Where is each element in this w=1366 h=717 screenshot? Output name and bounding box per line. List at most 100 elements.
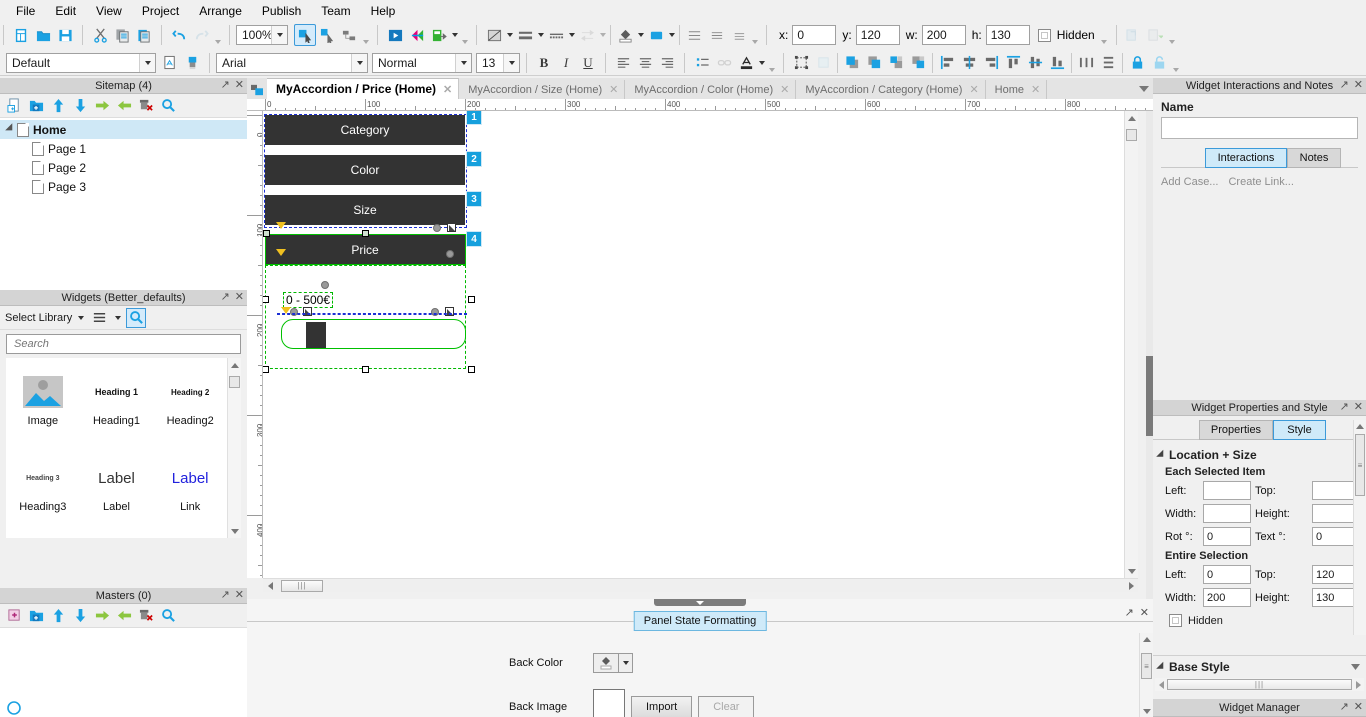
toolbar-overflow-5[interactable] bbox=[1099, 24, 1110, 46]
tab-style[interactable]: Style bbox=[1273, 420, 1326, 440]
price-value-label[interactable]: 0 - 500€ bbox=[283, 292, 334, 308]
font-weight-combo[interactable]: Normal bbox=[372, 52, 472, 73]
image-fill-caret[interactable] bbox=[505, 24, 514, 46]
resize-handle-br[interactable] bbox=[468, 366, 475, 373]
scroll-up-icon[interactable] bbox=[1125, 111, 1138, 125]
price-label-handle-dot[interactable] bbox=[321, 281, 329, 289]
scroll-up-icon[interactable] bbox=[1140, 633, 1153, 645]
move-down-icon[interactable] bbox=[70, 96, 90, 116]
font-combo[interactable]: Arial bbox=[216, 52, 368, 73]
back-color-dropdown-caret[interactable] bbox=[619, 653, 633, 673]
toolbar-overflow-1[interactable] bbox=[212, 24, 223, 46]
border-style-icon[interactable] bbox=[545, 24, 567, 46]
h-field[interactable]: 130 bbox=[985, 25, 1030, 45]
line-spacing-3-icon[interactable] bbox=[727, 24, 749, 46]
bullet-list-icon[interactable] bbox=[691, 52, 713, 74]
undock-icon[interactable]: ↗ bbox=[1340, 79, 1349, 91]
sitemap-item-page-1[interactable]: Page 1 bbox=[0, 139, 247, 158]
move-up-icon[interactable] bbox=[48, 96, 68, 116]
generate-prototype-icon[interactable] bbox=[406, 24, 428, 46]
move-down-icon[interactable] bbox=[70, 606, 90, 626]
resize-handle-mr[interactable] bbox=[468, 296, 475, 303]
widget-item-heading1[interactable]: Heading 1 Heading1 bbox=[80, 358, 154, 444]
add-case-link[interactable]: Add Case... bbox=[1161, 176, 1218, 188]
toolbar-overflow-3[interactable] bbox=[459, 24, 470, 46]
close-icon[interactable]: ✕ bbox=[443, 83, 452, 96]
publish-icon[interactable] bbox=[428, 24, 450, 46]
distribute-horizontal-icon[interactable] bbox=[1075, 52, 1097, 74]
panel-state-icon[interactable] bbox=[447, 223, 456, 232]
close-icon[interactable]: ✕ bbox=[969, 83, 978, 96]
scroll-down-icon[interactable] bbox=[1125, 564, 1139, 578]
arrow-style-icon[interactable] bbox=[576, 24, 598, 46]
chevron-down-icon[interactable] bbox=[271, 26, 287, 44]
publish-dropdown-caret[interactable] bbox=[450, 24, 459, 46]
create-link-link[interactable]: Create Link... bbox=[1228, 176, 1293, 188]
back-color-swatch-button[interactable] bbox=[593, 653, 619, 673]
undock-icon[interactable]: ↗ bbox=[1340, 701, 1349, 713]
save-icon[interactable] bbox=[54, 24, 76, 46]
add-folder-icon[interactable] bbox=[26, 606, 46, 626]
open-folder-icon[interactable] bbox=[32, 24, 54, 46]
hidden-checkbox[interactable] bbox=[1037, 28, 1051, 42]
widget-item-heading2[interactable]: Heading 2 Heading2 bbox=[153, 358, 227, 444]
format-painter-icon[interactable] bbox=[181, 52, 203, 74]
scroll-up-icon[interactable] bbox=[228, 358, 241, 372]
font-color-caret[interactable] bbox=[757, 52, 766, 74]
panel-badge-3[interactable]: 3 bbox=[466, 191, 482, 207]
toolbar-overflow-7[interactable] bbox=[766, 52, 777, 74]
fill-color-icon[interactable] bbox=[614, 24, 636, 46]
w-field[interactable]: 200 bbox=[921, 25, 966, 45]
scroll-down-icon[interactable] bbox=[1350, 662, 1360, 672]
tab-myaccordion-size[interactable]: MyAccordion / Size (Home) ✕ bbox=[459, 80, 626, 99]
resize-handle-bc[interactable] bbox=[362, 366, 369, 373]
hscroll-thumb[interactable]: ||| bbox=[1167, 679, 1352, 690]
widget-item-link[interactable]: Label Link bbox=[153, 444, 227, 530]
align-right-icon[interactable] bbox=[656, 52, 678, 74]
close-icon[interactable]: ✕ bbox=[1354, 79, 1363, 91]
widget-grid-scrollbar[interactable] bbox=[227, 358, 241, 538]
library-options-caret[interactable] bbox=[113, 309, 122, 327]
zoom-combo[interactable]: 100% bbox=[236, 25, 288, 45]
distribute-vertical-icon[interactable] bbox=[1097, 52, 1119, 74]
location-size-section-title[interactable]: Location + Size bbox=[1156, 448, 1360, 462]
x-field[interactable]: 0 bbox=[792, 25, 837, 45]
widget-item-image[interactable]: Image bbox=[6, 358, 80, 444]
panel-handle-dot[interactable] bbox=[446, 250, 454, 258]
panel-badge-2[interactable]: 2 bbox=[466, 151, 482, 167]
menu-item-team[interactable]: Team bbox=[311, 2, 360, 20]
scroll-right-icon[interactable] bbox=[1352, 681, 1364, 689]
toolbar-overflow-8[interactable] bbox=[1170, 52, 1181, 74]
import-button[interactable]: Import bbox=[631, 696, 693, 717]
vscroll-thumb[interactable] bbox=[1126, 129, 1137, 141]
close-icon[interactable]: ✕ bbox=[235, 589, 244, 601]
expand-collapse-icon[interactable] bbox=[4, 123, 17, 136]
tab-properties[interactable]: Properties bbox=[1199, 420, 1273, 440]
import-library-icon[interactable] bbox=[1123, 24, 1145, 46]
widget-search-toggle-icon[interactable] bbox=[126, 307, 147, 328]
delete-master-icon[interactable] bbox=[136, 606, 156, 626]
panel-handle-dot[interactable] bbox=[433, 224, 441, 232]
sitemap-item-page-3[interactable]: Page 3 bbox=[0, 177, 247, 196]
undock-icon[interactable]: ↗ bbox=[1340, 401, 1349, 413]
scroll-down-icon[interactable] bbox=[228, 524, 242, 538]
arrow-style-caret[interactable] bbox=[598, 24, 607, 46]
entire-width-input[interactable]: 200 bbox=[1203, 588, 1251, 607]
align-objects-center-icon[interactable] bbox=[958, 52, 980, 74]
move-up-icon[interactable] bbox=[48, 606, 68, 626]
back-image-preview[interactable] bbox=[593, 689, 625, 717]
unlock-icon[interactable] bbox=[1148, 52, 1170, 74]
undock-icon[interactable]: ↗ bbox=[221, 589, 230, 601]
close-icon[interactable]: ✕ bbox=[1354, 701, 1363, 713]
slider-thumb[interactable] bbox=[306, 322, 326, 348]
each-left-input[interactable] bbox=[1203, 481, 1251, 500]
redo-icon[interactable] bbox=[190, 24, 212, 46]
resize-handle-tl[interactable] bbox=[263, 230, 270, 237]
tab-panel-state-formatting[interactable]: Panel State Formatting bbox=[633, 611, 767, 631]
tab-interactions[interactable]: Interactions bbox=[1205, 148, 1287, 168]
scroll-left-icon[interactable] bbox=[1155, 681, 1167, 689]
connector-tool-icon[interactable] bbox=[316, 24, 338, 46]
base-style-title[interactable]: Base Style bbox=[1156, 660, 1230, 674]
export-library-icon[interactable] bbox=[1145, 24, 1167, 46]
font-color-icon[interactable] bbox=[735, 52, 757, 74]
